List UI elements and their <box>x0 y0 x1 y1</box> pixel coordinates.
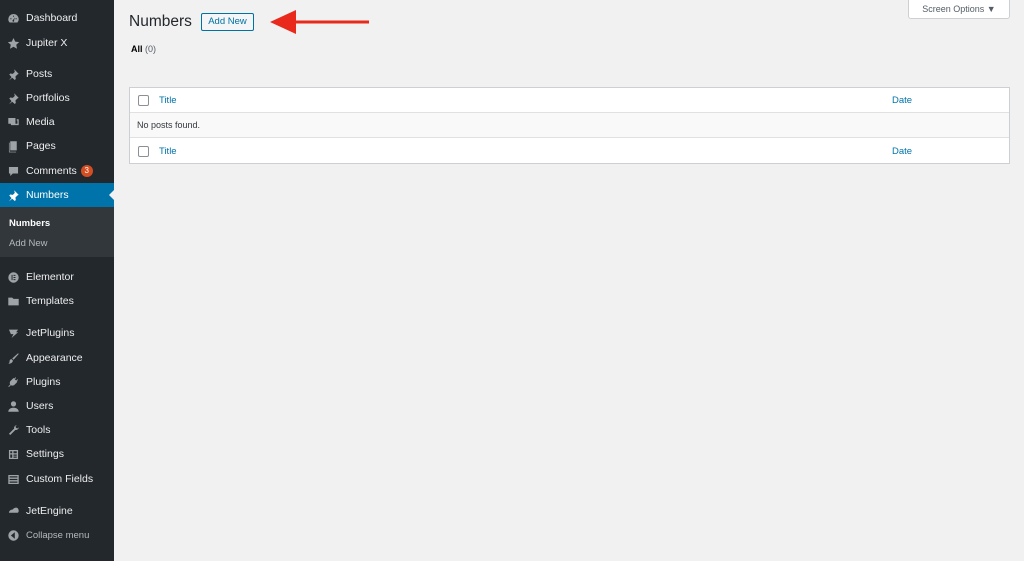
submenu-item-add-new[interactable]: Add New <box>9 238 48 249</box>
sidebar-item-users[interactable]: Users <box>0 394 114 418</box>
sidebar-item-posts[interactable]: Posts <box>0 62 114 86</box>
title-column-header[interactable]: Title <box>159 95 177 106</box>
pages-icon <box>6 139 20 153</box>
pin-icon <box>6 91 20 105</box>
plug-icon <box>6 375 20 389</box>
pin-icon <box>6 67 20 81</box>
sidebar-item-label: JetEngine <box>26 505 73 517</box>
filter-all[interactable]: All (0) <box>131 44 156 54</box>
table-footer-row: Title Date <box>130 139 1009 164</box>
sidebar-item-jetplugins[interactable]: JetPlugins <box>0 321 114 345</box>
sidebar-item-label: Comments <box>26 165 77 177</box>
sidebar-item-appearance[interactable]: Appearance <box>0 346 114 370</box>
star-icon <box>6 36 20 50</box>
date-column-header[interactable]: Date <box>892 95 912 106</box>
sidebar-item-media[interactable]: Media <box>0 110 114 134</box>
sidebar-item-dashboard[interactable]: Dashboard <box>0 6 114 30</box>
filter-all-count: (0) <box>145 44 157 54</box>
sidebar-item-portfolios[interactable]: Portfolios <box>0 86 114 110</box>
jetplugins-icon <box>6 326 20 340</box>
sidebar-item-label: Posts <box>26 68 53 80</box>
sidebar-item-jetengine[interactable]: JetEngine <box>0 499 114 523</box>
jetengine-icon <box>6 504 20 518</box>
sidebar-item-label: Pages <box>26 140 56 152</box>
sidebar-item-templates[interactable]: Templates <box>0 289 114 313</box>
sidebar-item-pages[interactable]: Pages <box>0 134 114 158</box>
sidebar-item-label: Collapse menu <box>26 529 90 541</box>
sidebar-item-label: JetPlugins <box>26 327 75 339</box>
sidebar-item-label: Dashboard <box>26 12 78 24</box>
date-column-footer[interactable]: Date <box>892 146 912 157</box>
elementor-icon <box>6 270 20 284</box>
page-title: Numbers <box>129 13 192 30</box>
sidebar-item-label: Appearance <box>26 352 83 364</box>
dashboard-icon <box>6 11 20 25</box>
no-posts-message: No posts found. <box>137 120 201 130</box>
sidebar-item-label: Settings <box>26 448 64 460</box>
filter-all-label[interactable]: All <box>131 44 143 54</box>
posts-table: Title Date No posts found. Title Date <box>129 87 1010 164</box>
select-all-checkbox-footer[interactable] <box>138 146 149 157</box>
pin-icon <box>6 188 20 202</box>
select-all-checkbox[interactable] <box>138 94 149 106</box>
sidebar-item-tools[interactable]: Tools <box>0 418 114 442</box>
comments-count-badge: 3 <box>80 165 93 177</box>
table-icon <box>6 472 20 486</box>
arrow-left-icon <box>270 10 369 34</box>
sidebar-item-label: Portfolios <box>26 92 70 104</box>
sidebar-item-label: Elementor <box>26 271 74 283</box>
sidebar-item-label: Custom Fields <box>26 473 94 485</box>
sidebar-item-label: Plugins <box>26 376 61 388</box>
sidebar-item-settings[interactable]: Settings <box>0 442 114 466</box>
sidebar-item-comments[interactable]: Comments 3 <box>0 159 114 183</box>
sidebar-item-plugins[interactable]: Plugins <box>0 370 114 394</box>
brush-icon <box>6 351 20 365</box>
user-icon <box>6 399 20 413</box>
sidebar-item-label: Numbers <box>26 189 69 201</box>
sidebar-item-label: Users <box>26 400 54 412</box>
settings-icon <box>6 447 20 461</box>
sidebar-item-custom-fields[interactable]: Custom Fields <box>0 467 114 491</box>
wrench-icon <box>6 423 20 437</box>
sidebar-item-numbers[interactable]: Numbers <box>0 183 114 207</box>
sidebar-item-label: Templates <box>26 295 74 307</box>
sidebar-item-label: Jupiter X <box>26 37 68 49</box>
numbers-submenu: Numbers Add New <box>0 207 114 257</box>
folder-icon <box>6 294 20 308</box>
submenu-item-numbers[interactable]: Numbers <box>9 218 50 229</box>
collapse-icon <box>6 528 20 542</box>
admin-sidebar: Dashboard Jupiter X Posts Portfolios Med… <box>0 0 114 561</box>
title-column-footer[interactable]: Title <box>159 146 177 157</box>
table-header-row: Title Date <box>130 88 1009 113</box>
sidebar-item-label: Media <box>26 116 55 128</box>
add-new-button[interactable]: Add New <box>201 13 254 31</box>
sidebar-item-jupiter-x[interactable]: Jupiter X <box>0 31 114 55</box>
comment-icon <box>6 164 20 178</box>
sidebar-item-elementor[interactable]: Elementor <box>0 265 114 289</box>
screen-options-button[interactable]: Screen Options ▼ <box>908 0 1010 19</box>
collapse-menu-button[interactable]: Collapse menu <box>0 523 114 547</box>
media-icon <box>6 115 20 129</box>
table-row: No posts found. <box>130 113 1009 138</box>
sidebar-item-label: Tools <box>26 424 51 436</box>
